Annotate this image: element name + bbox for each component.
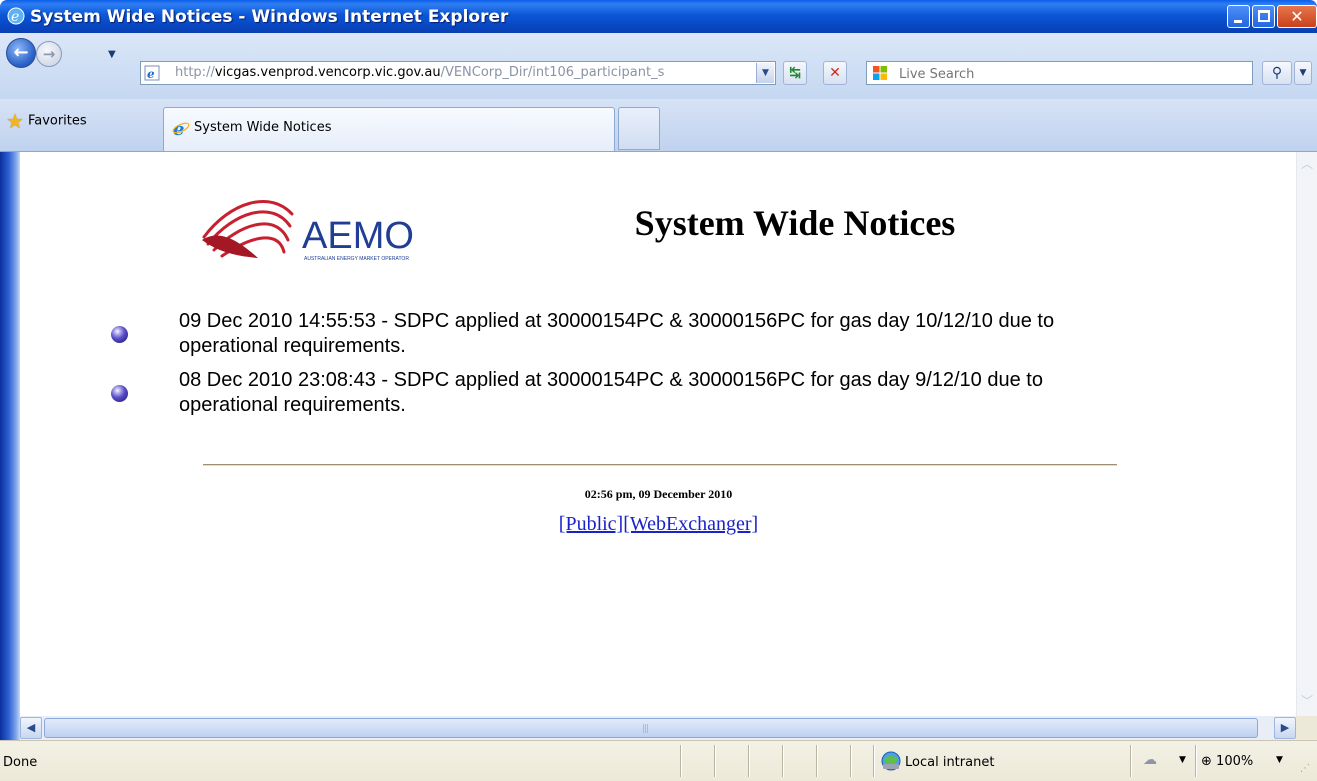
- notice-text: 08 Dec 2010 23:08:43 - SDPC applied at 3…: [179, 369, 1043, 416]
- logo-subtext: AUSTRALIAN ENERGY MARKET OPERATOR: [304, 256, 409, 262]
- resize-grip-icon[interactable]: ⋰: [1300, 763, 1310, 774]
- zoom-value: 100%: [1216, 754, 1254, 769]
- status-separator: [714, 745, 716, 777]
- notices-list: 09 Dec 2010 14:55:53 - SDPC applied at 3…: [108, 309, 1088, 427]
- favorites-button[interactable]: ★ Favorites: [6, 109, 87, 134]
- refresh-button[interactable]: ↹: [783, 61, 807, 85]
- scroll-up-icon[interactable]: ︿: [1298, 155, 1316, 183]
- address-path: /VENCorp_Dir/int106_participant_s: [440, 65, 665, 80]
- zoom-dropdown[interactable]: ▼: [1276, 755, 1283, 765]
- svg-text:e: e: [11, 9, 19, 25]
- tab-system-wide-notices[interactable]: e System Wide Notices: [163, 107, 615, 151]
- status-text: Done: [3, 755, 38, 770]
- status-separator: [680, 745, 682, 777]
- recent-pages-dropdown[interactable]: ▼: [108, 49, 116, 60]
- back-icon: ←: [13, 42, 29, 63]
- new-tab-button[interactable]: [618, 107, 660, 150]
- status-bar: Done Local intranet ☁ ▼ ⊕ 100% ▼ ⋰: [0, 740, 1317, 781]
- public-link[interactable]: [Public]: [559, 513, 623, 535]
- address-prefix: http://: [175, 65, 215, 80]
- title-bar: e System Wide Notices - Windows Internet…: [0, 0, 1317, 33]
- refresh-icon: ↹: [789, 65, 801, 81]
- bullet-icon: [111, 326, 128, 343]
- protected-mode-dropdown[interactable]: ▼: [1179, 755, 1186, 765]
- horizontal-scroll-thumb[interactable]: |||: [44, 718, 1258, 738]
- logo-text: AEMO: [302, 215, 414, 257]
- bullet-icon: [111, 385, 128, 402]
- address-bar[interactable]: e http://vicgas.venprod.vencorp.vic.gov.…: [140, 61, 776, 85]
- footer-links: [Public][WebExchanger]: [0, 513, 1317, 536]
- zoom-icon: ⊕: [1201, 754, 1212, 769]
- page-timestamp: 02:56 pm, 09 December 2010: [584, 487, 733, 501]
- protected-mode-icon[interactable]: ☁: [1143, 752, 1167, 770]
- ie-icon: e: [7, 7, 25, 25]
- tab-bar: ★ Favorites e System Wide Notices: [0, 99, 1317, 152]
- window-title: System Wide Notices - Windows Internet E…: [30, 7, 509, 27]
- page-icon: e: [144, 65, 160, 81]
- status-separator: [1195, 745, 1197, 777]
- address-dropdown-button[interactable]: ▼: [756, 63, 774, 83]
- stop-button[interactable]: ✕: [823, 61, 847, 85]
- live-search-icon: [873, 66, 887, 80]
- grip-icon: |||: [642, 724, 649, 734]
- search-options-dropdown[interactable]: ▼: [1294, 61, 1312, 85]
- navigation-bar: ← → ▼ e http://vicgas.venprod.vencorp.vi…: [0, 33, 1317, 99]
- status-separator: [850, 745, 852, 777]
- svg-text:e: e: [147, 67, 155, 81]
- scroll-right-button[interactable]: ▶: [1274, 717, 1296, 739]
- search-input[interactable]: [897, 64, 1231, 84]
- horizontal-rule: [203, 464, 1117, 466]
- intranet-zone-icon: [881, 751, 901, 771]
- favorites-label: Favorites: [27, 113, 87, 129]
- scroll-down-icon[interactable]: ﹀: [1298, 688, 1316, 714]
- status-separator: [748, 745, 750, 777]
- vertical-scrollbar[interactable]: ︿ ﹀: [1296, 152, 1317, 716]
- close-icon: ✕: [1290, 7, 1304, 26]
- scroll-left-button[interactable]: ◀: [20, 717, 42, 739]
- address-host: vicgas.venprod.vencorp.vic.gov.au: [214, 65, 441, 80]
- left-edge-band: [0, 152, 20, 742]
- forward-button[interactable]: →: [36, 41, 62, 67]
- ie-icon: e: [172, 119, 190, 137]
- tab-label: System Wide Notices: [194, 120, 332, 135]
- back-button[interactable]: ←: [6, 38, 36, 68]
- forward-icon: →: [42, 45, 56, 63]
- status-separator: [873, 745, 875, 777]
- horizontal-scrollbar[interactable]: ◀ ||| ▶: [20, 716, 1296, 740]
- minimize-button[interactable]: [1227, 5, 1250, 28]
- address-input[interactable]: http://vicgas.venprod.vencorp.vic.gov.au…: [175, 65, 745, 80]
- notice-text: 09 Dec 2010 14:55:53 - SDPC applied at 3…: [179, 310, 1055, 357]
- status-separator: [782, 745, 784, 777]
- status-separator: [1130, 745, 1132, 777]
- status-separator: [816, 745, 818, 777]
- search-box[interactable]: [866, 61, 1253, 85]
- aemo-logo: AEMO AUSTRALIAN ENERGY MARKET OPERATOR: [202, 199, 414, 262]
- notice-item: 08 Dec 2010 23:08:43 - SDPC applied at 3…: [108, 368, 1088, 418]
- favorites-star-icon: ★: [6, 109, 24, 133]
- page-title: System Wide Notices: [634, 203, 956, 243]
- search-icon: ⚲: [1271, 65, 1283, 81]
- stop-icon: ✕: [829, 65, 841, 81]
- search-button[interactable]: ⚲: [1262, 61, 1292, 85]
- close-button[interactable]: ✕: [1277, 5, 1317, 28]
- zoom-level[interactable]: ⊕ 100%: [1201, 754, 1253, 769]
- maximize-button[interactable]: [1252, 5, 1275, 28]
- notice-item: 09 Dec 2010 14:55:53 - SDPC applied at 3…: [108, 309, 1088, 359]
- webexchanger-link[interactable]: [WebExchanger]: [623, 513, 758, 535]
- security-zone-label: Local intranet: [905, 755, 995, 770]
- scrollbar-corner: [1296, 716, 1317, 740]
